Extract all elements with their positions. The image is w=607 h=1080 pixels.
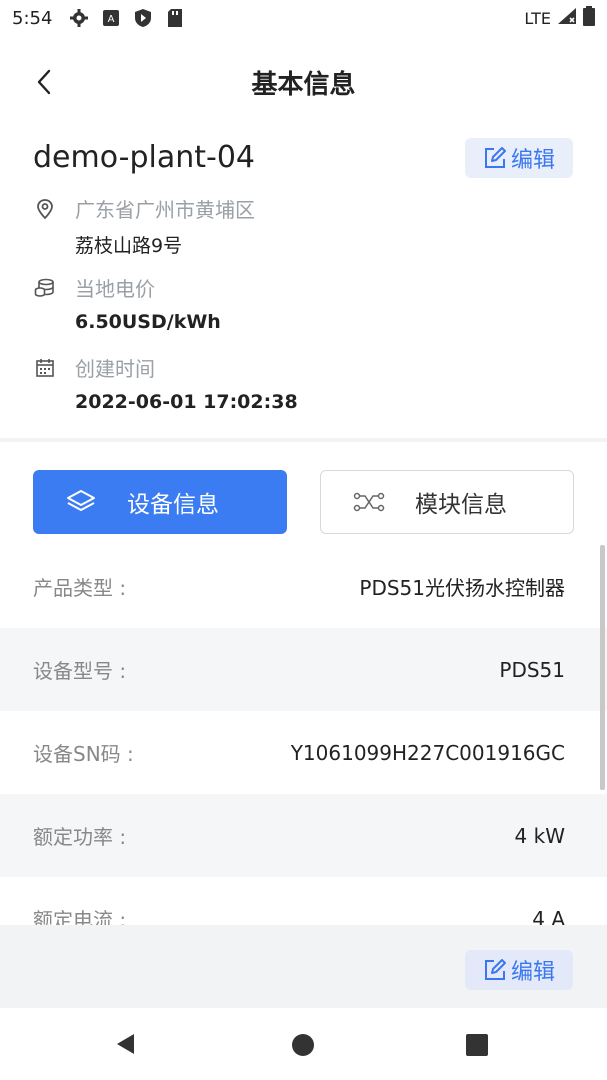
scrollbar[interactable] [600, 545, 605, 790]
row-value: PDS51光伏扬水控制器 [359, 576, 565, 600]
page-title: 基本信息 [251, 69, 356, 100]
price-label: 当地电价 [75, 277, 155, 301]
row-key: 额定电流 : [33, 908, 127, 925]
edit-icon [484, 959, 506, 980]
circuit-icon [353, 486, 385, 518]
shield-icon [132, 7, 154, 29]
edit-device-button[interactable]: 编辑 [465, 950, 573, 990]
row-value: 4 A [532, 906, 565, 926]
section-divider [0, 438, 607, 442]
row-key: 设备型号 : [33, 659, 127, 683]
tab-module-info-label: 模块信息 [415, 492, 507, 518]
sd-card-icon [164, 7, 186, 29]
table-row: 额定功率 : 4 kW [0, 794, 607, 877]
plant-name: demo-plant-04 [33, 140, 255, 175]
price-value: 6.50USD/kWh [75, 311, 221, 333]
row-key: 设备SN码 : [33, 742, 134, 766]
layers-icon [65, 486, 97, 518]
keyboard-icon: A [100, 7, 122, 29]
settings-icon [68, 7, 90, 29]
signal-icon [557, 7, 577, 29]
system-nav-bar [0, 1008, 607, 1080]
chevron-left-icon [37, 69, 51, 95]
device-info-list: 产品类型 : PDS51光伏扬水控制器 设备型号 : PDS51 设备SN码 :… [0, 545, 607, 925]
edit-device-label: 编辑 [510, 960, 555, 985]
tab-device-info-label: 设备信息 [127, 492, 219, 518]
edit-plant-button[interactable]: 编辑 [465, 138, 573, 178]
nav-back-button[interactable] [114, 1032, 138, 1060]
nav-home-button[interactable] [292, 1034, 314, 1056]
address-label: 广东省广州市黄埔区 [75, 198, 255, 222]
app-header: 基本信息 [0, 50, 607, 114]
created-value: 2022-06-01 17:02:38 [75, 391, 298, 413]
status-right: LTE [524, 6, 595, 30]
created-row: 创建时间 [33, 353, 155, 382]
table-row: 设备型号 : PDS51 [0, 628, 607, 711]
status-bar: 5:54 A LTE [0, 0, 607, 36]
tab-device-info[interactable]: 设备信息 [33, 470, 287, 534]
edit-icon [484, 147, 506, 168]
coins-icon [33, 276, 57, 300]
row-value: PDS51 [499, 657, 565, 682]
triangle-back-icon [117, 1034, 134, 1054]
address-row: 广东省广州市黄埔区 [33, 194, 255, 223]
calendar-icon [33, 356, 57, 380]
status-time: 5:54 [12, 7, 53, 29]
price-row: 当地电价 [33, 273, 155, 302]
svg-text:A: A [108, 14, 115, 25]
table-row: 设备SN码 : Y1061099H227C001916GC [0, 711, 607, 794]
tab-module-info[interactable]: 模块信息 [320, 470, 574, 534]
table-row: 额定电流 : 4 A [0, 877, 607, 926]
table-row: 产品类型 : PDS51光伏扬水控制器 [0, 545, 607, 628]
row-key: 产品类型 : [33, 576, 127, 600]
location-pin-icon [33, 197, 57, 221]
back-button[interactable] [28, 66, 60, 98]
row-value: 4 kW [514, 823, 565, 848]
edit-plant-label: 编辑 [510, 148, 555, 173]
network-label: LTE [524, 8, 551, 28]
address-value: 荔枝山路9号 [75, 235, 183, 257]
created-label: 创建时间 [75, 357, 155, 381]
row-value: Y1061099H227C001916GC [290, 740, 565, 765]
row-key: 额定功率 : [33, 825, 127, 849]
nav-recents-button[interactable] [466, 1034, 488, 1056]
battery-icon [583, 6, 595, 30]
